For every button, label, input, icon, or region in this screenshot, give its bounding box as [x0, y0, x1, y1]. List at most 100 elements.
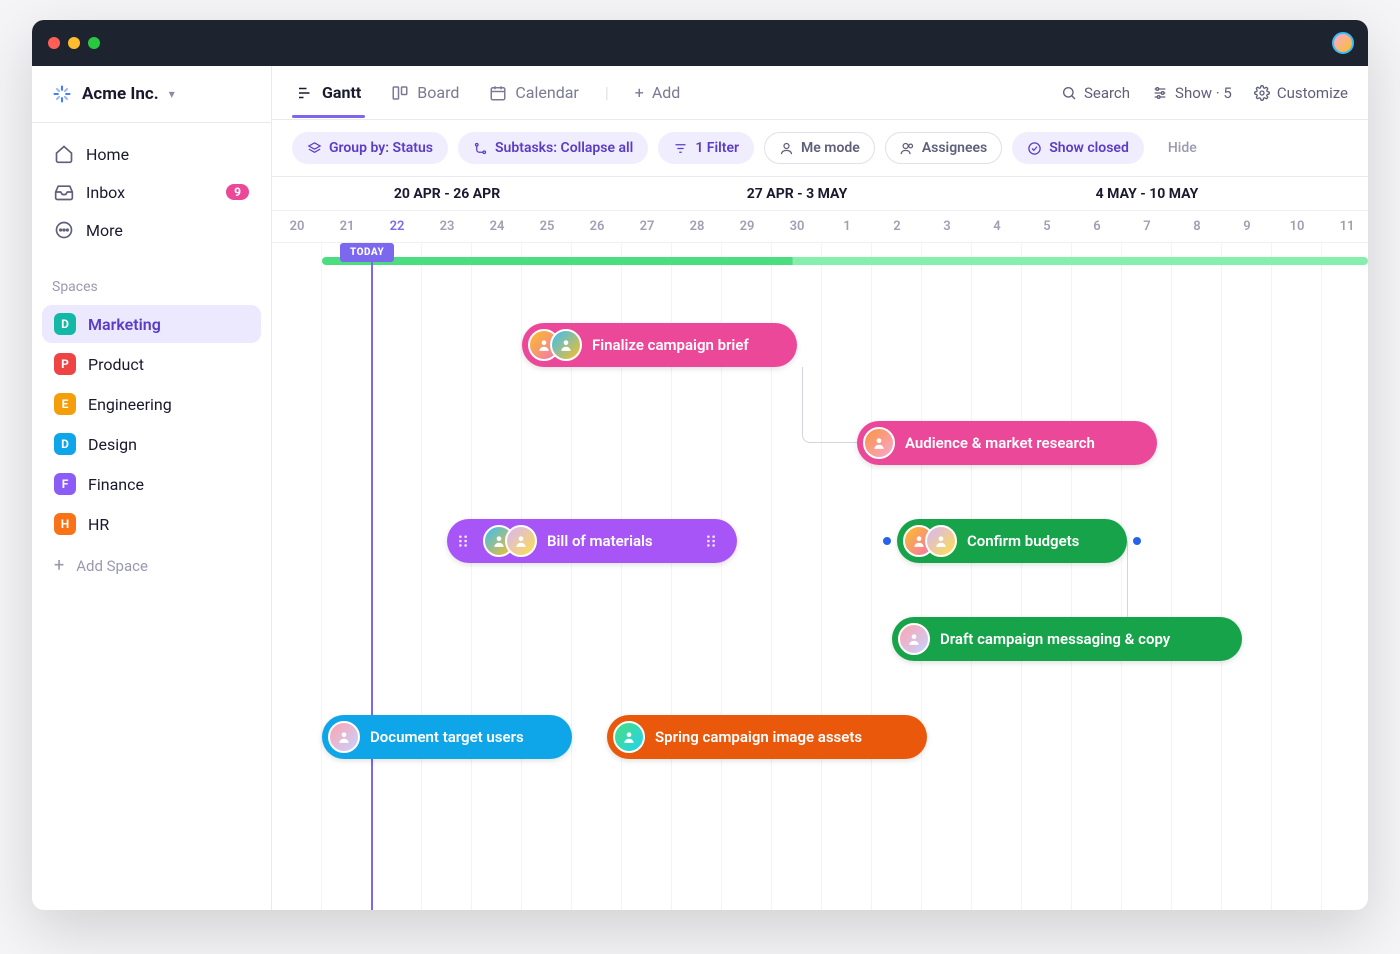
space-item-product[interactable]: PProduct [42, 345, 261, 383]
task-label: Finalize campaign brief [592, 336, 749, 354]
space-item-marketing[interactable]: DMarketing [42, 305, 261, 343]
day-cell[interactable]: 30 [772, 211, 822, 242]
day-cell[interactable]: 2 [872, 211, 922, 242]
nav-inbox[interactable]: Inbox 9 [42, 173, 261, 211]
task-label: Confirm budgets [967, 532, 1079, 550]
day-cell[interactable]: 5 [1022, 211, 1072, 242]
drag-grip-icon[interactable] [453, 534, 473, 548]
today-line [371, 243, 373, 910]
task-bar-confirm-budgets[interactable]: Confirm budgets [897, 519, 1127, 563]
nav-label: Home [86, 145, 129, 164]
add-space-button[interactable]: + Add Space [32, 545, 271, 586]
assignee-avatars [528, 329, 582, 361]
day-cell[interactable]: 23 [422, 211, 472, 242]
day-cell[interactable]: 21 [322, 211, 372, 242]
current-user-avatar[interactable] [1332, 32, 1354, 54]
check-circle-icon [1027, 141, 1042, 156]
chevron-down-icon: ▾ [169, 87, 175, 101]
assignees-pill[interactable]: Assignees [885, 132, 1002, 164]
workspace-name: Acme Inc. [82, 84, 159, 104]
space-badge-icon: H [54, 513, 76, 535]
pill-label: Subtasks: Collapse all [495, 140, 633, 156]
subtask-icon [473, 141, 488, 156]
day-cell[interactable]: 6 [1072, 211, 1122, 242]
day-cell[interactable]: 1 [822, 211, 872, 242]
task-bar-bill-materials[interactable]: Bill of materials [447, 519, 737, 563]
nav-home[interactable]: Home [42, 135, 261, 173]
task-bar-spring-assets[interactable]: Spring campaign image assets [607, 715, 927, 759]
customize-button[interactable]: Customize [1254, 84, 1348, 102]
pill-label: Assignees [922, 140, 987, 156]
tab-add-view[interactable]: + Add [631, 68, 685, 117]
tab-gantt[interactable]: Gantt [292, 68, 365, 117]
filter-bar: Group by: Status Subtasks: Collapse all … [272, 120, 1368, 177]
gear-icon [1254, 85, 1270, 101]
memode-pill[interactable]: Me mode [764, 132, 875, 164]
subtasks-pill[interactable]: Subtasks: Collapse all [458, 132, 648, 164]
search-label: Search [1084, 84, 1130, 102]
day-cell[interactable]: 10 [1272, 211, 1322, 242]
day-cell[interactable]: 22 [372, 211, 422, 242]
space-label: Design [88, 435, 137, 454]
day-cell[interactable]: 29 [722, 211, 772, 242]
minimize-window-icon[interactable] [68, 37, 80, 49]
avatar-icon [898, 623, 930, 655]
task-label: Document target users [370, 728, 524, 746]
dependency-handle-icon[interactable] [1133, 537, 1141, 545]
plus-icon: + [54, 555, 64, 576]
space-item-engineering[interactable]: EEngineering [42, 385, 261, 423]
day-cell[interactable]: 11 [1322, 211, 1368, 242]
day-cell[interactable]: 9 [1222, 211, 1272, 242]
space-item-hr[interactable]: HHR [42, 505, 261, 543]
dependency-handle-icon[interactable] [883, 537, 891, 545]
groupby-pill[interactable]: Group by: Status [292, 132, 448, 164]
plus-icon: + [635, 83, 644, 102]
day-cell[interactable]: 24 [472, 211, 522, 242]
spaces-list: DMarketingPProductEEngineeringDDesignFFi… [32, 303, 271, 545]
task-bar-doc-users[interactable]: Document target users [322, 715, 572, 759]
hide-button[interactable]: Hide [1160, 140, 1205, 156]
space-badge-icon: E [54, 393, 76, 415]
showclosed-pill[interactable]: Show closed [1012, 132, 1144, 164]
workspace-switcher[interactable]: Acme Inc. ▾ [32, 66, 271, 123]
space-label: Product [88, 355, 144, 374]
day-cell[interactable]: 27 [622, 211, 672, 242]
tab-calendar[interactable]: Calendar [485, 68, 582, 117]
inbox-icon [54, 182, 74, 202]
drag-grip-icon[interactable] [701, 534, 721, 548]
timeline-body[interactable]: TODAY Finalize campaign briefAudience & … [272, 243, 1368, 910]
task-label: Draft campaign messaging & copy [940, 630, 1170, 648]
sidebar: Acme Inc. ▾ Home Inbox 9 More Spaces [32, 66, 272, 910]
task-bar-audience-research[interactable]: Audience & market research [857, 421, 1157, 465]
show-button[interactable]: Show · 5 [1152, 84, 1232, 102]
maximize-window-icon[interactable] [88, 37, 100, 49]
home-icon [54, 144, 74, 164]
tab-board[interactable]: Board [387, 68, 463, 117]
task-bar-finalize-brief[interactable]: Finalize campaign brief [522, 323, 797, 367]
close-window-icon[interactable] [48, 37, 60, 49]
nav-list: Home Inbox 9 More [32, 123, 271, 261]
day-cell[interactable]: 4 [972, 211, 1022, 242]
view-tabs: Gantt Board Calendar | + Add [272, 66, 1368, 120]
space-item-design[interactable]: DDesign [42, 425, 261, 463]
avatar-icon [925, 525, 957, 557]
filter-pill[interactable]: 1 Filter [658, 132, 754, 164]
task-bar-draft-messaging[interactable]: Draft campaign messaging & copy [892, 617, 1242, 661]
day-cell[interactable]: 7 [1122, 211, 1172, 242]
day-cell[interactable]: 25 [522, 211, 572, 242]
day-cell[interactable]: 3 [922, 211, 972, 242]
day-cell[interactable]: 8 [1172, 211, 1222, 242]
layers-icon [307, 141, 322, 156]
day-cell[interactable]: 26 [572, 211, 622, 242]
week-cell: 20 APR - 26 APR [272, 177, 622, 210]
pill-label: Group by: Status [329, 140, 433, 156]
pill-label: Me mode [801, 140, 860, 156]
space-label: Finance [88, 475, 144, 494]
space-item-finance[interactable]: FFinance [42, 465, 261, 503]
day-cell[interactable]: 28 [672, 211, 722, 242]
search-button[interactable]: Search [1061, 84, 1130, 102]
nav-more[interactable]: More [42, 211, 261, 249]
task-label: Spring campaign image assets [655, 728, 862, 746]
day-cell[interactable]: 20 [272, 211, 322, 242]
avatar-icon [613, 721, 645, 753]
